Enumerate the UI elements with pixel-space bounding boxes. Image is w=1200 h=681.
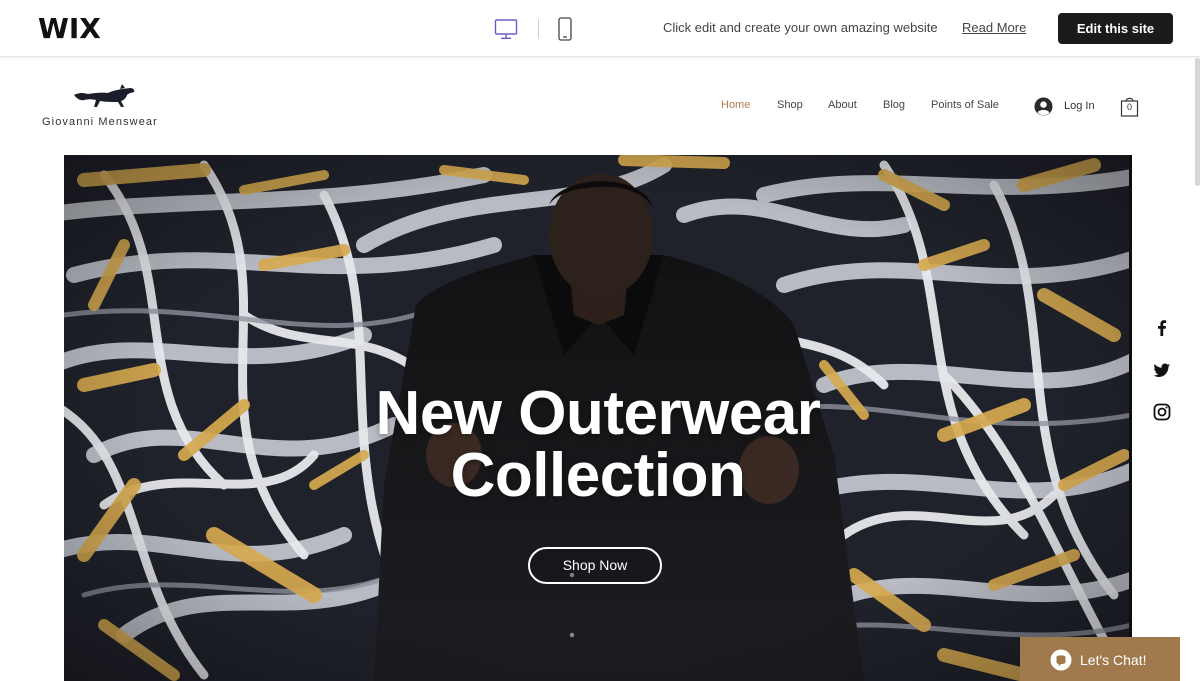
scrollbar-thumb[interactable]: [1195, 58, 1200, 186]
device-toggle: [494, 16, 573, 42]
mobile-icon[interactable]: [557, 17, 573, 41]
nav-item-points-of-sale[interactable]: Points of Sale: [931, 99, 999, 111]
twitter-icon[interactable]: [1152, 360, 1172, 380]
facebook-icon[interactable]: [1152, 318, 1172, 338]
chat-widget-button[interactable]: Let's Chat!: [1020, 637, 1180, 681]
hero-title-line-2: Collection: [450, 441, 746, 510]
hero-title: New Outerwear Collection: [64, 383, 1132, 507]
cart-button[interactable]: 0: [1120, 95, 1139, 117]
site-logo[interactable]: Giovanni Menswear: [42, 84, 172, 134]
device-separator: [538, 19, 539, 39]
desktop-icon[interactable]: [494, 17, 518, 41]
edit-this-site-button[interactable]: Edit this site: [1058, 13, 1173, 44]
login-button[interactable]: Log In: [1034, 96, 1095, 116]
instagram-icon[interactable]: [1152, 402, 1172, 422]
read-more-link[interactable]: Read More: [962, 20, 1026, 35]
brand-name: Giovanni Menswear: [42, 116, 158, 128]
nav-item-shop[interactable]: Shop: [777, 99, 803, 111]
shop-now-button[interactable]: Shop Now: [528, 547, 662, 584]
user-avatar-icon: [1034, 96, 1053, 116]
wix-logo[interactable]: WIX: [38, 12, 101, 45]
nav-item-home[interactable]: Home: [721, 99, 750, 111]
nav-item-blog[interactable]: Blog: [883, 99, 905, 111]
hero-banner: New Outerwear Collection Shop Now: [64, 155, 1132, 681]
wix-promo-message: Click edit and create your own amazing w…: [663, 20, 938, 35]
fox-logo-icon: [74, 84, 135, 107]
chat-label: Let's Chat!: [1080, 652, 1147, 668]
cart-count: 0: [1126, 102, 1132, 112]
nav-item-about[interactable]: About: [828, 99, 857, 111]
chat-bubble-icon: [1050, 649, 1072, 671]
wix-top-bar: WIX Click edit and create your own amazi…: [0, 0, 1200, 57]
hero-title-line-1: New Outerwear: [375, 379, 821, 448]
login-label: Log In: [1064, 100, 1095, 112]
